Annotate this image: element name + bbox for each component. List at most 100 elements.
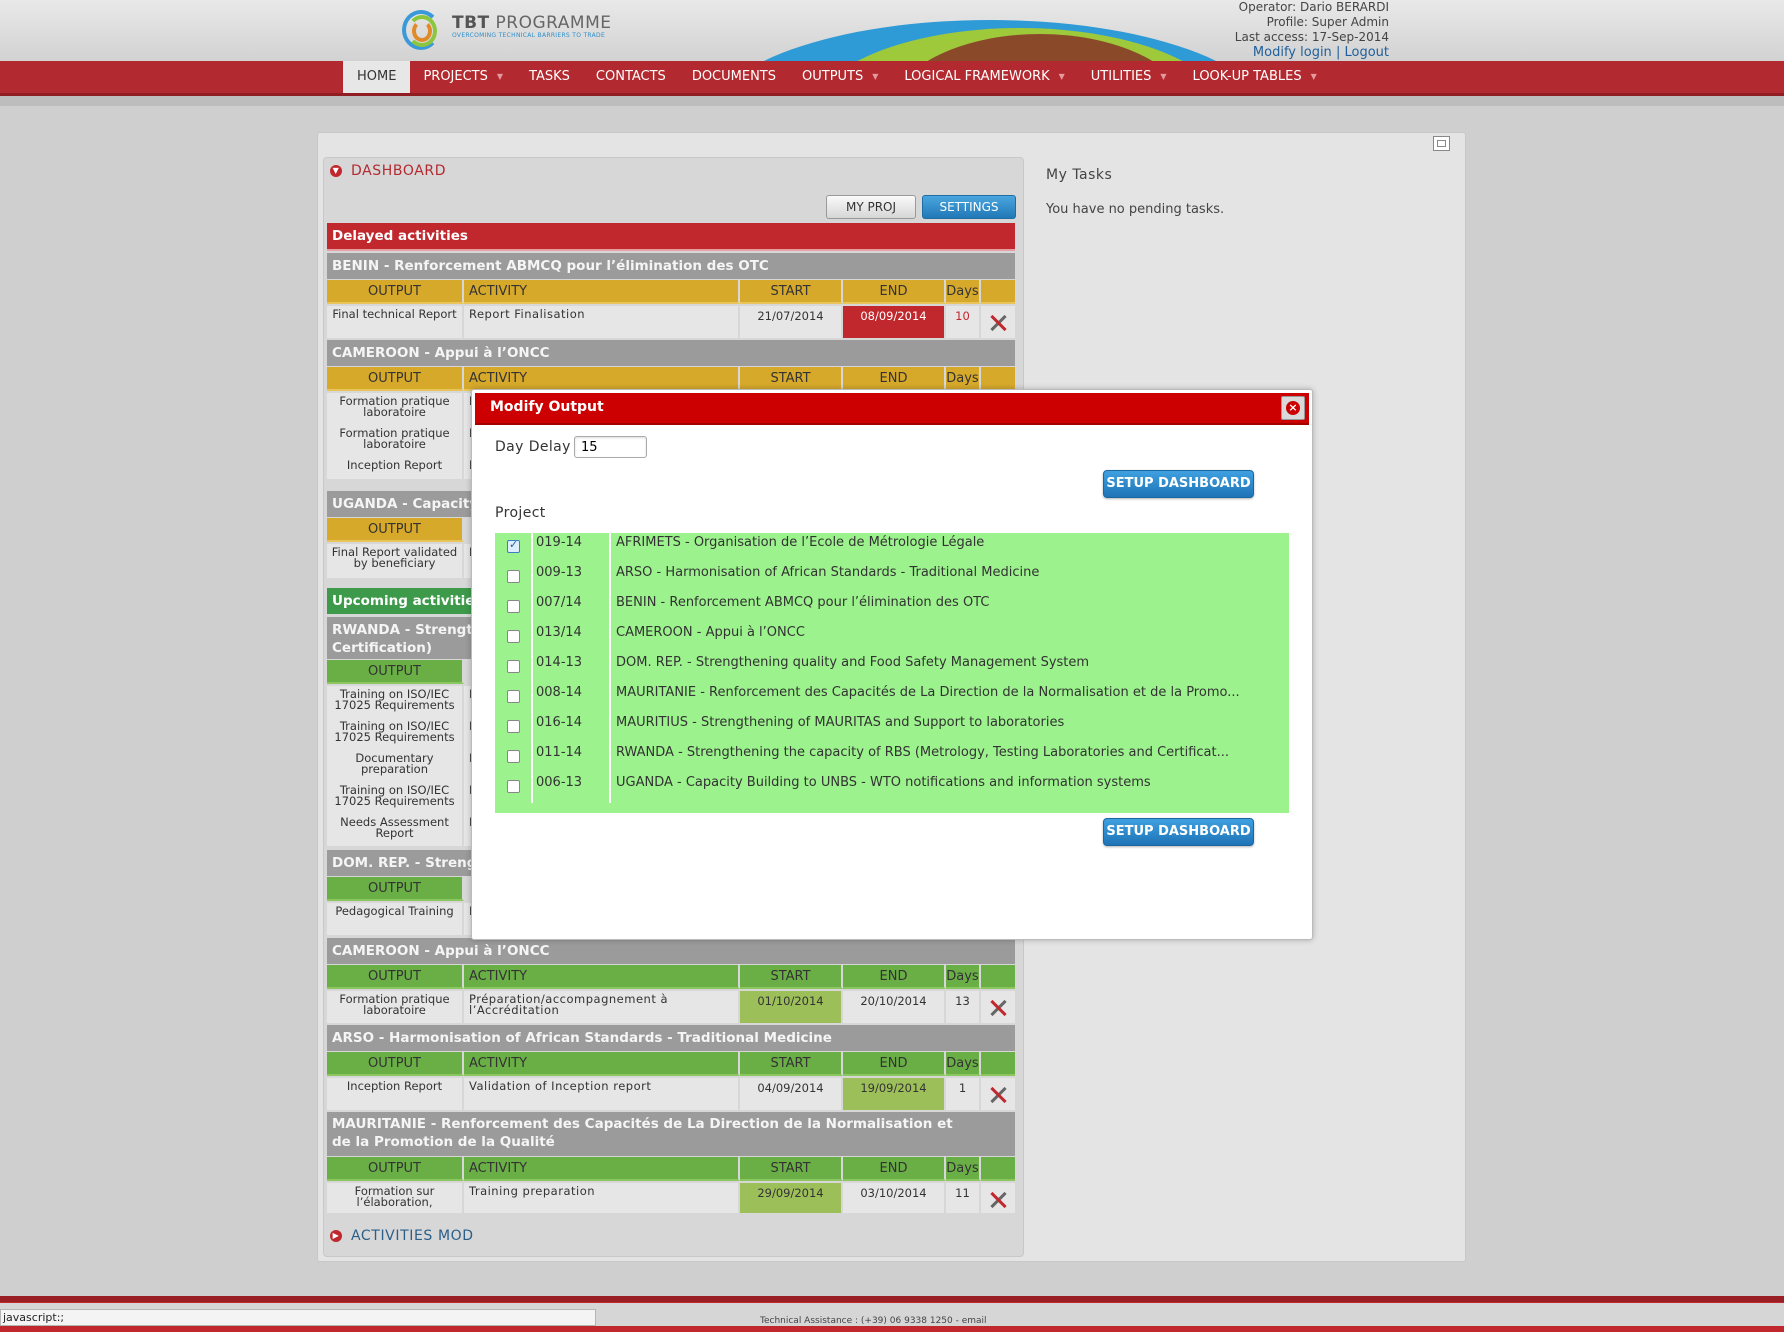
project-row: 011-14 RWANDA - Strengthening the capaci… (495, 743, 1289, 773)
caret-down-icon: ▼ (1310, 72, 1317, 81)
cell-start: 21/07/2014 (740, 306, 843, 338)
cell-output: Inception Report (327, 1078, 464, 1110)
cell-start: 01/10/2014 (740, 991, 843, 1023)
col-end: END (843, 367, 946, 391)
project-list: 019-14 AFRIMETS - Organisation de l’Ecol… (495, 533, 1289, 813)
edit-tools-icon[interactable] (988, 313, 1008, 333)
expand-icon: ▶ (330, 1230, 342, 1242)
dialog-title: Modify Output (490, 399, 604, 415)
app-header: TBT PROGRAMME OVERCOMING TECHNICAL BARRI… (0, 0, 1784, 61)
cell-start: 29/09/2014 (740, 1183, 843, 1213)
nav-lookup-tables[interactable]: LOOK-UP TABLES ▼ (1180, 61, 1330, 93)
project-row: 013/14 CAMEROON - Appui à l’ONCC (495, 623, 1289, 653)
cell-output: Training on ISO/IEC 17025 Requirements (327, 718, 464, 750)
cell-end: 08/09/2014 (843, 306, 946, 338)
nav-contacts[interactable]: CONTACTS (583, 61, 679, 93)
group-benin: BENIN - Renforcement ABMCQ pour l’élimin… (327, 253, 1015, 279)
project-checkbox[interactable] (507, 630, 520, 643)
edit-tools-icon[interactable] (988, 998, 1008, 1018)
cell-tool[interactable] (981, 306, 1015, 338)
nav-projects[interactable]: PROJECTS ▼ (410, 61, 516, 93)
project-checkbox[interactable] (507, 720, 520, 733)
project-code: 013/14 (533, 623, 611, 653)
edit-tools-icon[interactable] (988, 1190, 1008, 1210)
nav-tasks[interactable]: TASKS (516, 61, 583, 93)
project-checkbox[interactable] (507, 750, 520, 763)
table-header: OUTPUT ACTIVITY START END Days (327, 1052, 1015, 1078)
day-delay-input[interactable] (574, 436, 647, 458)
project-name: UGANDA - Capacity Building to UNBS - WTO… (616, 775, 1151, 790)
cell-output: Inception Report (327, 457, 464, 479)
nav-utilities[interactable]: UTILITIES ▼ (1078, 61, 1180, 93)
cell-tool[interactable] (981, 991, 1015, 1023)
cell-tool[interactable] (981, 1078, 1015, 1110)
col-end: END (843, 965, 946, 989)
cell-tool[interactable] (981, 1183, 1015, 1213)
settings-button[interactable]: SETTINGS (922, 195, 1016, 219)
col-days: Days (946, 1157, 981, 1181)
project-row: 019-14 AFRIMETS - Organisation de l’Ecol… (495, 533, 1289, 563)
col-start: START (740, 367, 843, 391)
tbt-logo-icon (398, 6, 442, 54)
nav-home[interactable]: HOME (343, 61, 411, 93)
project-name: DOM. REP. - Strengthening quality and Fo… (616, 655, 1090, 670)
project-checkbox[interactable] (507, 660, 520, 673)
col-days: Days (946, 280, 981, 304)
main-nav: HOME PROJECTS ▼ TASKS CONTACTS DOCUMENTS … (0, 61, 1784, 96)
close-icon: × (1286, 401, 1300, 415)
nav-utilities-label: UTILITIES (1090, 69, 1152, 84)
project-code: 009-13 (533, 563, 611, 593)
modify-login-link[interactable]: Modify login (1253, 45, 1332, 60)
activities-mod-label: ACTIVITIES MOD (351, 1228, 474, 1244)
col-tool (981, 280, 1015, 304)
project-checkbox[interactable] (507, 600, 520, 613)
col-output: OUTPUT (327, 518, 464, 542)
project-row: 014-13 DOM. REP. - Strengthening quality… (495, 653, 1289, 683)
cell-end: 03/10/2014 (843, 1183, 946, 1213)
dashboard-title[interactable]: ▼ DASHBOARD (330, 163, 446, 179)
setup-dashboard-button-bottom[interactable]: SETUP DASHBOARD (1103, 818, 1254, 846)
logout-link[interactable]: Logout (1344, 45, 1389, 60)
cell-days: 13 (946, 991, 981, 1023)
nav-outputs[interactable]: OUTPUTS ▼ (789, 61, 891, 93)
cell-output: Final Report validated by beneficiary (327, 544, 464, 578)
table-row: Formation sur l’élaboration, Training pr… (327, 1183, 1015, 1213)
col-output: OUTPUT (327, 367, 464, 391)
col-activity: ACTIVITY (464, 1052, 740, 1076)
setup-dashboard-button-top[interactable]: SETUP DASHBOARD (1103, 470, 1254, 498)
cell-end: 19/09/2014 (843, 1078, 946, 1110)
cell-output: Formation pratique laboratoire (327, 425, 464, 457)
activities-mod-title[interactable]: ▶ ACTIVITIES MOD (330, 1228, 474, 1244)
nav-logical-framework[interactable]: LOGICAL FRAMEWORK ▼ (891, 61, 1077, 93)
modify-output-dialog: Modify Output × Day Delay SETUP DASHBOAR… (471, 389, 1313, 940)
table-row: Formation pratique laboratoire Préparati… (327, 991, 1015, 1023)
project-code: 011-14 (533, 743, 611, 773)
caret-down-icon: ▼ (1160, 72, 1167, 81)
cell-output: Needs Assessment Report (327, 814, 464, 846)
operator-name: Operator: Dario BERARDI (1238, 0, 1389, 14)
cell-output: Documentary preparation (327, 750, 464, 782)
project-name: MAURITANIE - Renforcement des Capacités … (616, 685, 1240, 700)
cell-days: 11 (946, 1183, 981, 1213)
cell-activity: Préparation/accompagnement à l’Accrédita… (464, 991, 740, 1023)
project-code: 016-14 (533, 713, 611, 743)
cell-output: Pedagogical Training (327, 903, 464, 935)
project-checkbox[interactable] (507, 780, 520, 793)
last-access: Last access: 17-Sep-2014 (1234, 30, 1389, 44)
project-checkbox[interactable] (507, 690, 520, 703)
my-proj-button[interactable]: MY PROJ (826, 195, 916, 219)
col-end: END (843, 1052, 946, 1076)
table-row: Inception Report Validation of Inception… (327, 1078, 1015, 1110)
col-tool (981, 965, 1015, 989)
nav-projects-label: PROJECTS (423, 69, 488, 84)
col-start: START (740, 1052, 843, 1076)
nav-documents[interactable]: DOCUMENTS (679, 61, 789, 93)
project-checkbox[interactable] (507, 570, 520, 583)
project-checkbox[interactable] (507, 538, 520, 553)
layout-toggle-icon[interactable] (1433, 136, 1450, 151)
close-button[interactable]: × (1281, 396, 1305, 420)
cell-output: Training on ISO/IEC 17025 Requirements (327, 686, 464, 718)
edit-tools-icon[interactable] (988, 1085, 1008, 1105)
col-end: END (843, 280, 946, 304)
col-output: OUTPUT (327, 877, 464, 901)
